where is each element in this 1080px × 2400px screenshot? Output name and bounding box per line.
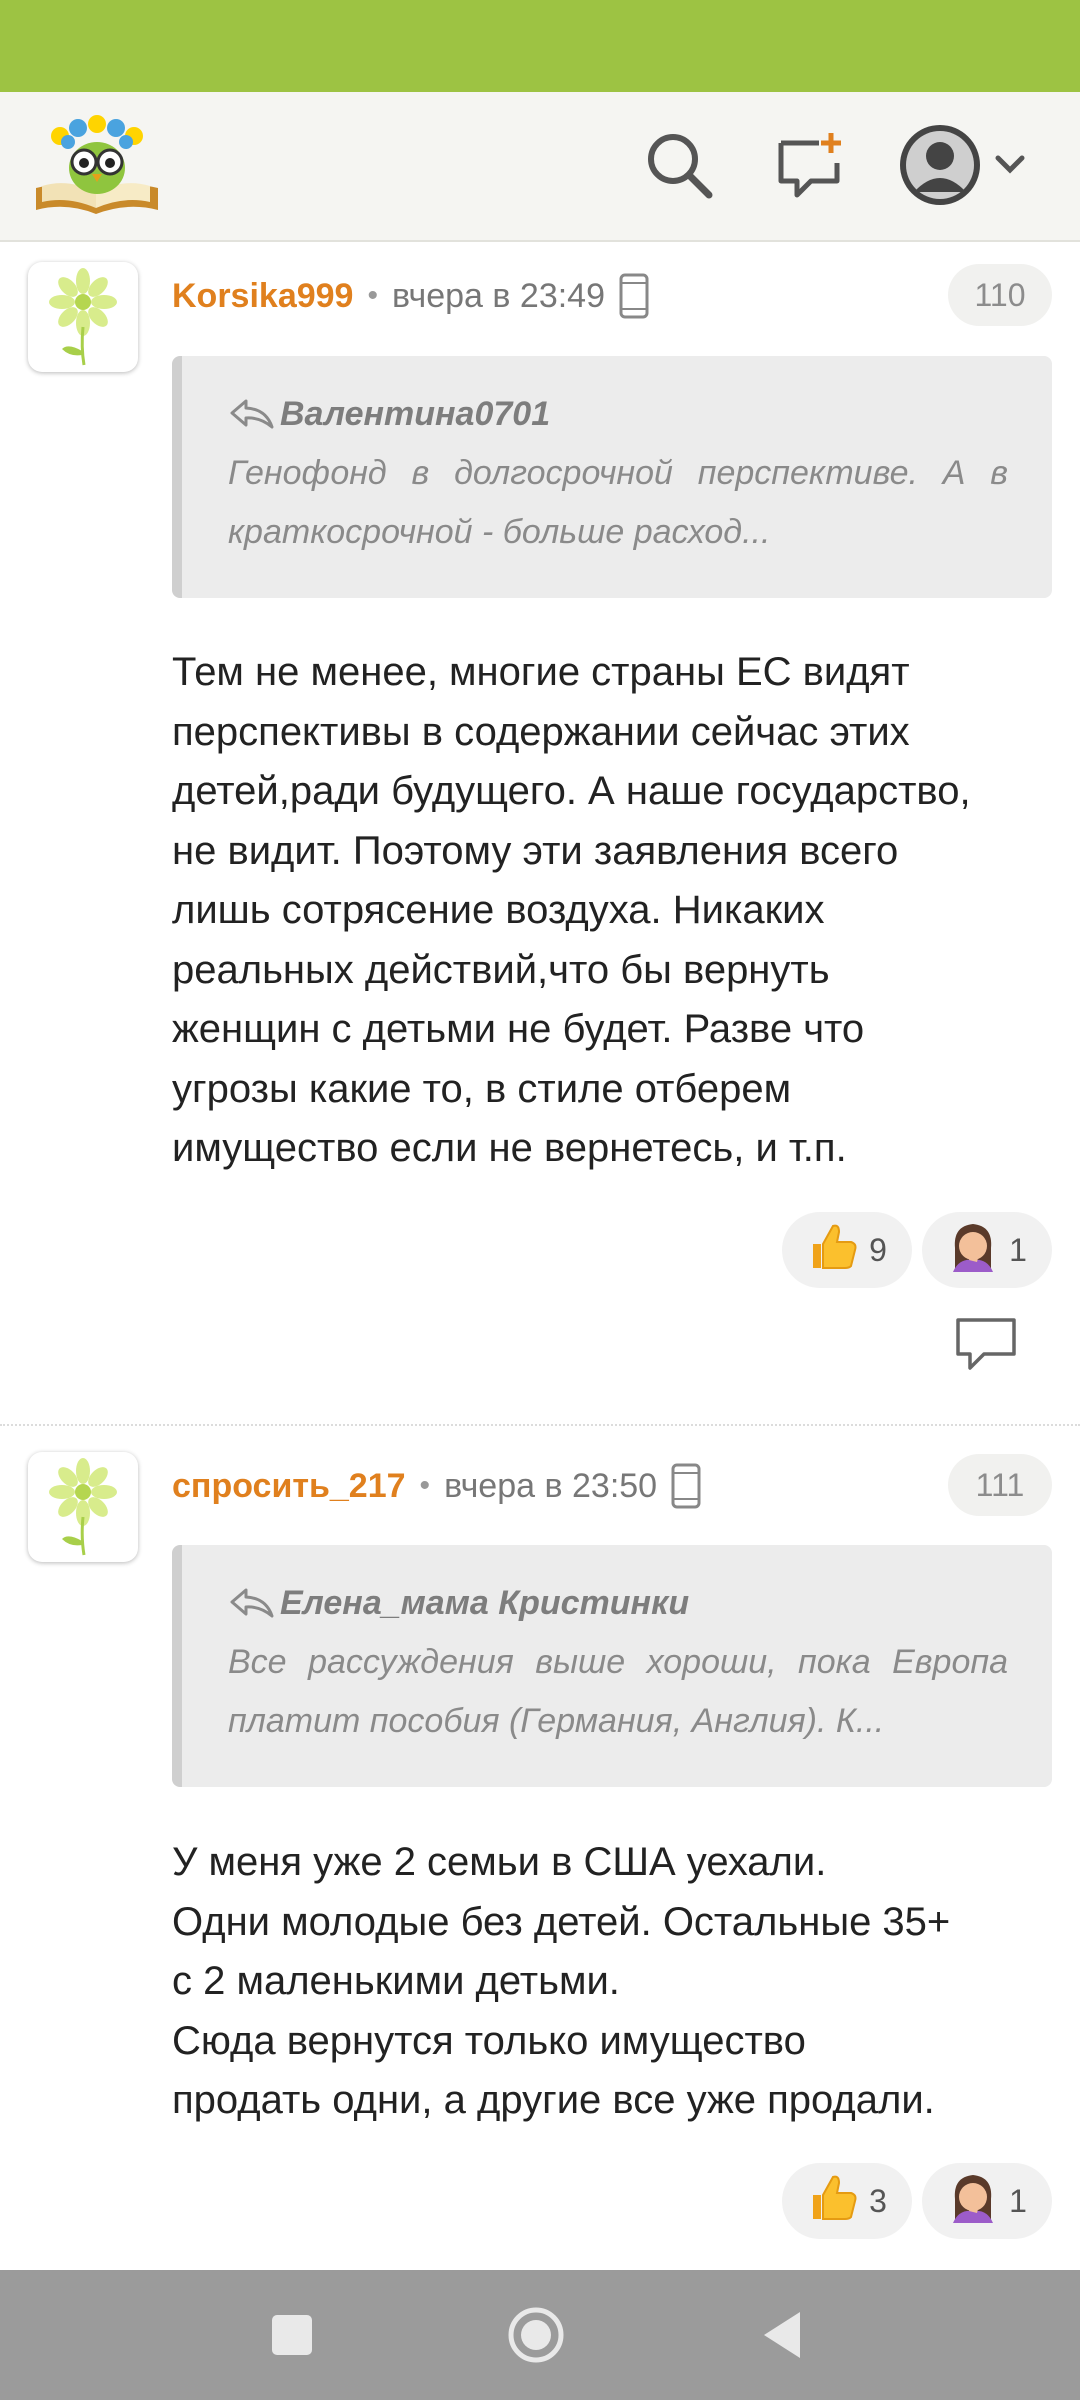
comment-line: Сюда вернутся только имущество <box>172 2018 806 2063</box>
quote-text: Все рассуждения выше хороши, пока Европа… <box>228 1643 1008 1740</box>
comment-line: имущество если не вернетесь, и т.п. <box>172 1126 847 1170</box>
reply-comment-icon[interactable] <box>954 1316 1018 1372</box>
comment-author[interactable]: спросить_217 <box>172 1467 406 1506</box>
comment-divider <box>0 1424 1080 1426</box>
comment-number[interactable]: 111 <box>948 1454 1052 1516</box>
reply-arrow-icon <box>230 399 274 429</box>
avatar[interactable] <box>28 262 138 372</box>
comment-line: перспективы в содержании сейчас этих <box>172 709 910 754</box>
thumbs-up-icon <box>807 1220 859 1280</box>
square-recents-icon[interactable] <box>262 2305 322 2365</box>
system-navigation-bar <box>0 2270 1080 2400</box>
quote-author: Валентина0701 <box>280 394 551 433</box>
comment-line: лишь сотрясение воздуха. Никаких <box>172 888 825 932</box>
quoted-comment[interactable]: Валентина0701 Генофонд в долгосрочной пе… <box>172 356 1052 598</box>
reaction-like-button[interactable]: 9 <box>782 1212 912 1288</box>
comment-time: вчера в 23:49 <box>391 276 605 315</box>
reaction-facepalm-button[interactable]: 1 <box>922 2163 1052 2239</box>
quoted-comment[interactable]: Елена_мама Кристинки Все рассуждения выш… <box>172 1545 1052 1787</box>
comment-time: вчера в 23:50 <box>444 1466 658 1505</box>
comment-meta: Korsika999 • вчера в 23:49 <box>172 266 649 326</box>
facepalm-icon <box>947 1220 999 1280</box>
reaction-count: 9 <box>869 1231 887 1268</box>
comment-line: У меня уже 2 семьи в США уехали. <box>172 1840 827 1884</box>
mobile-phone-icon <box>671 1463 701 1509</box>
quote-header: Валентина0701 <box>228 392 1008 436</box>
flower-avatar-icon <box>49 1458 117 1556</box>
comment-line: детей,ради будущего. А наше государство, <box>172 769 971 813</box>
quote-author: Елена_мама Кристинки <box>280 1583 690 1622</box>
meta-separator: • <box>419 1469 431 1502</box>
comment-meta: спросить_217 • вчера в 23:50 <box>172 1456 701 1516</box>
comment-line: с 2 маленькими детьми. <box>172 1959 620 2003</box>
mobile-phone-icon <box>619 273 649 319</box>
new-message-icon[interactable] <box>766 120 856 210</box>
search-icon[interactable] <box>634 120 724 210</box>
comment-line: реальных действий,что бы вернуть <box>172 947 830 992</box>
reply-arrow-icon <box>230 1588 274 1618</box>
comment-line: не видит. Поэтому эти заявления всего <box>172 828 899 873</box>
comment-text: У меня уже 2 семьи в США уехали. Одни мо… <box>172 1833 1052 2131</box>
reaction-count: 1 <box>1009 2182 1027 2219</box>
comment-line: женщин с детьми не будет. Разве что <box>172 1007 865 1051</box>
comment-number[interactable]: 110 <box>948 264 1052 326</box>
status-bar <box>0 0 1080 92</box>
reaction-count: 1 <box>1009 1231 1027 1268</box>
reaction-like-button[interactable]: 3 <box>782 2163 912 2239</box>
profile-menu-button[interactable] <box>896 120 1026 210</box>
quote-header: Елена_мама Кристинки <box>228 1581 1008 1625</box>
thumbs-up-icon <box>807 2171 859 2231</box>
top-app-bar <box>0 92 1080 242</box>
flower-avatar-icon <box>49 268 117 366</box>
comment-line: угрозы какие то, в стиле отберем <box>172 1066 792 1111</box>
reaction-count: 3 <box>869 2182 887 2219</box>
reaction-facepalm-button[interactable]: 1 <box>922 1212 1052 1288</box>
quote-text: Генофонд в долгосрочной перспективе. А в… <box>228 454 1008 551</box>
owl-book-logo-icon[interactable] <box>32 110 162 220</box>
comment-text: Тем не менее, многие страны ЕС видят пер… <box>172 643 1052 1179</box>
comment-author[interactable]: Korsika999 <box>172 277 353 316</box>
comment-line: Одни молодые без детей. Остальные 35+ <box>172 1899 951 1944</box>
circle-home-icon[interactable] <box>506 2305 566 2365</box>
meta-separator: • <box>367 279 378 312</box>
user-avatar-icon <box>900 125 1025 205</box>
avatar[interactable] <box>28 1452 138 1562</box>
triangle-back-icon[interactable] <box>752 2305 812 2365</box>
facepalm-icon <box>947 2171 999 2231</box>
comment-line: продать одни, а другие все уже продали. <box>172 2078 935 2122</box>
comment-line: Тем не менее, многие страны ЕС видят <box>172 650 910 694</box>
